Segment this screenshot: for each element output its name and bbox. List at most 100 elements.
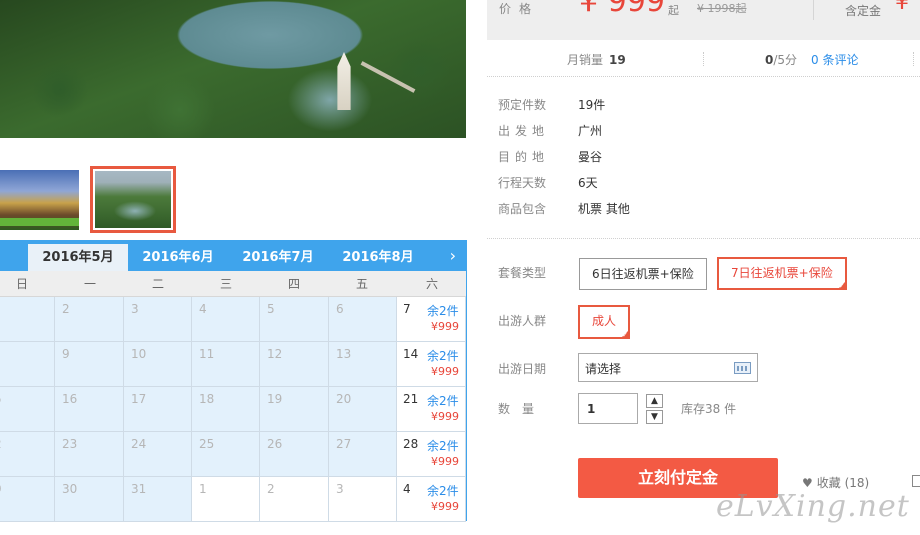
calendar-day-cell: 25 [192,432,260,477]
tab-month-4[interactable]: 2016年8月 [328,244,428,271]
share-icon[interactable] [912,475,920,487]
calendar-day-price: ¥999 [431,410,459,423]
weekday-wed: 三 [219,277,232,291]
calendar-day-cell: 18 [192,387,260,432]
thumbnail-temple[interactable] [0,170,79,230]
calendar-stock-link[interactable]: 余2件 [427,437,459,454]
calendar-day-number: 4 [199,302,207,316]
calendar-day-cell: 11 [192,342,260,387]
calendar-day-cell: 5 [260,297,329,342]
tab-month-2[interactable]: 2016年6月 [128,244,228,271]
thumbnail-lake-selected[interactable] [90,166,176,233]
calendar-day-cell: 24 [124,432,192,477]
calendar-day-number: 6 [336,302,344,316]
price-calendar: 2016年5月 2016年6月 2016年7月 2016年8月 › 日 一 二 … [0,240,467,522]
calendar-day-number: 1 [199,482,207,496]
calendar-month-tabs: 2016年5月 2016年6月 2016年7月 2016年8月 › [0,241,466,271]
weekday-thu: 四 [287,277,300,291]
monthly-sales: 月销量 19 [567,53,626,67]
calendar-day-cell: 3 [124,297,192,342]
date-placeholder: 请选择 [585,362,622,376]
package-type-label: 套餐类型 [498,266,547,280]
calendar-day-number: 5 [0,392,2,406]
stats-divider [703,52,704,66]
calendar-day-cell: 19 [260,387,329,432]
calendar-day-cell: 20 [329,387,397,432]
calendar-day-number: 17 [131,392,147,406]
calendar-icon[interactable] [734,362,751,374]
calendar-day-cell: 2 [0,432,55,477]
tab-month-3[interactable]: 2016年7月 [228,244,328,271]
calendar-day-number: 10 [131,347,147,361]
weekday-sat: 六 [425,277,438,291]
calendar-day-number: 2 [0,437,2,451]
calendar-day-cell [0,297,55,342]
calendar-available-day[interactable]: 21 余2件 ¥999 [397,387,466,432]
calendar-stock-link[interactable]: 余2件 [427,482,459,499]
calendar-day-price: ¥999 [431,320,459,333]
traveler-option-adult[interactable]: 成人 ✓ [578,305,631,339]
quantity-input[interactable]: 1 [578,393,638,424]
calendar-day-number: 28 [403,437,419,451]
calendar-day-cell: 9 [55,342,124,387]
check-icon: ✓ [622,331,629,339]
calendar-day-number: 9 [62,347,70,361]
calendar-day-number: 4 [403,482,411,496]
calendar-stock-link[interactable]: 余2件 [427,347,459,364]
calendar-day-cell: 31 [124,477,192,522]
calendar-day-number: 13 [336,347,352,361]
deposit-value: ¥ [895,0,909,15]
calendar-day-cell: 2 [260,477,329,522]
calendar-available-day[interactable]: 4 余2件 ¥999 [397,477,466,522]
pagoda-shape [337,52,351,110]
weekday-tue: 二 [151,277,164,291]
quantity-decrease-icon[interactable]: ▼ [646,410,663,424]
price-value: ¥ 999 [579,0,665,19]
price-label: 价格 [499,2,540,16]
traveler-type-label: 出游人群 [498,314,547,328]
reviews-link[interactable]: 0 条评论 [811,51,858,68]
travel-date-label: 出游日期 [498,362,547,376]
calendar-weekday-header: 日 一 二 三 四 五 六 [0,271,466,297]
calendar-stock-link[interactable]: 余2件 [427,392,459,409]
stats-divider-2 [913,52,914,66]
calendar-available-day[interactable]: 7 余2件 ¥999 [397,297,466,342]
check-icon: ✓ [838,282,845,290]
calendar-day-cell: 17 [124,387,192,432]
calendar-day-cell: 2 [55,297,124,342]
calendar-day-number: 24 [131,437,147,451]
section-divider [487,238,920,239]
weekday-fri: 五 [355,277,368,291]
rating-score: 0/5分 [765,53,798,67]
package-option-6day[interactable]: 6日往返机票+保险 [579,258,707,290]
calendar-day-cell: 23 [55,432,124,477]
site-watermark: eLvXing.net [716,489,910,524]
chevron-right-icon[interactable]: › [450,247,456,265]
calendar-day-cell: 27 [329,432,397,477]
quantity-label: 数量 [498,402,547,416]
weekday-sun: 日 [15,277,28,291]
calendar-day-cell: 9 [0,477,55,522]
calendar-day-price: ¥999 [431,365,459,378]
quantity-increase-icon[interactable]: ▲ [646,394,663,408]
price-bar: 价格 ¥ 999 起 ¥ 1998起 含定金 ¥ [487,0,920,40]
path-shape [360,61,416,93]
travel-date-picker[interactable]: 请选择 [578,353,758,382]
price-suffix: 起 [668,4,679,17]
calendar-day-number: 2 [62,302,70,316]
calendar-stock-link[interactable]: 余2件 [427,302,459,319]
tab-month-1[interactable]: 2016年5月 [28,244,128,271]
calendar-day-cell [0,342,55,387]
calendar-day-cell: 30 [55,477,124,522]
calendar-day-number: 14 [403,347,419,361]
calendar-day-number: 30 [62,482,78,496]
calendar-day-cell: 6 [329,297,397,342]
calendar-available-day[interactable]: 14 余2件 ¥999 [397,342,466,387]
thumbnail-banner [0,218,79,226]
calendar-day-cell: 16 [55,387,124,432]
calendar-available-day[interactable]: 28 余2件 ¥999 [397,432,466,477]
calendar-day-number: 18 [199,392,215,406]
calendar-day-cell: 4 [192,297,260,342]
calendar-day-number: 26 [267,437,283,451]
package-option-7day[interactable]: 7日往返机票+保险 ✓ [717,257,847,290]
